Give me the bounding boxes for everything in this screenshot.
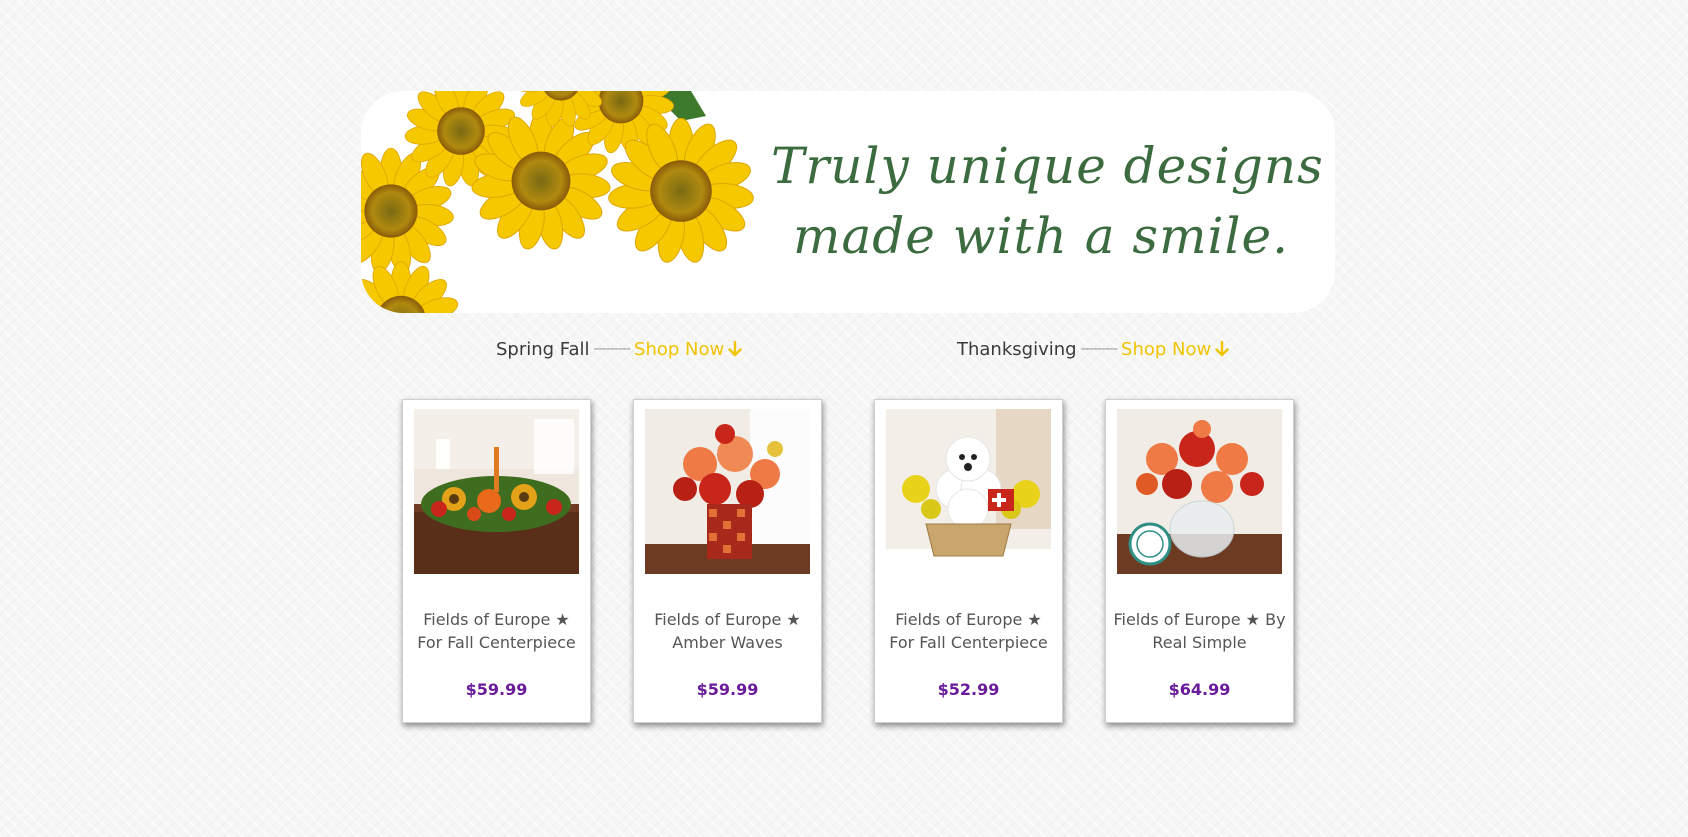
shop-now-label: Shop Now [634,338,725,360]
product-image[interactable] [414,409,579,574]
product-price: $59.99 [696,680,759,699]
product-price: $52.99 [937,680,1000,699]
promo-spring-fall: Spring Fall --------- Shop Now [496,334,742,364]
product-name[interactable]: Fields of Europe ★ Amber Waves [640,608,815,654]
shop-now-link[interactable]: Shop Now [1121,339,1229,360]
shop-now-label: Shop Now [1121,338,1212,360]
product-card[interactable]: Fields of Europe ★ By Real Simple $64.99 [1105,399,1294,723]
arrow-down-icon [728,341,742,357]
product-card[interactable]: Fields of Europe ★ Amber Waves $59.99 [633,399,822,723]
promo-thanksgiving: Thanksgiving --------- Shop Now [957,334,1229,364]
product-image[interactable] [645,409,810,574]
promo-separator: --------- [593,341,631,357]
product-image[interactable] [886,409,1051,574]
promo-label: Thanksgiving [957,338,1077,360]
tagline-line-1: Truly unique designs [771,137,1324,195]
product-name[interactable]: Fields of Europe ★ For Fall Centerpiece [881,608,1056,654]
arrow-down-icon [1215,341,1229,357]
product-name[interactable]: Fields of Europe ★ By Real Simple [1112,608,1287,654]
sunflowers-image [361,91,756,313]
banner-tagline: Truly unique designs made with a smile. [771,131,1324,271]
product-card[interactable]: Fields of Europe ★ For Fall Centerpiece … [402,399,591,723]
product-price: $59.99 [465,680,528,699]
product-name[interactable]: Fields of Europe ★ For Fall Centerpiece [409,608,584,654]
product-card[interactable]: Fields of Europe ★ For Fall Centerpiece … [874,399,1063,723]
shop-now-link[interactable]: Shop Now [634,339,742,360]
product-price: $64.99 [1168,680,1231,699]
promo-label: Spring Fall [496,338,590,360]
tagline-line-2: made with a smile. [793,207,1289,265]
promo-separator: --------- [1080,341,1118,357]
hero-banner: Truly unique designs made with a smile. [361,91,1335,313]
product-image[interactable] [1117,409,1282,574]
